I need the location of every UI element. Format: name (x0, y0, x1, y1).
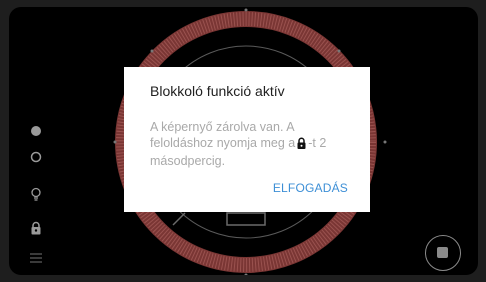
dialog-message: A képernyő zárolva van. A feloldáshoz ny… (150, 119, 349, 169)
dial-marker (244, 8, 248, 12)
menu-icon[interactable] (29, 251, 43, 265)
dial-marker (244, 273, 248, 275)
dialog-title: Blokkoló funkció aktív (150, 83, 285, 99)
stop-icon (437, 247, 448, 258)
dial-marker (150, 49, 154, 53)
lock-dialog: Blokkoló funkció aktív A képernyő zárolv… (124, 67, 370, 212)
mode-icon (226, 212, 266, 226)
hollow-circle-icon[interactable] (29, 150, 43, 164)
dial-marker (383, 140, 387, 144)
accept-button[interactable]: ELFOGADÁS (273, 181, 348, 195)
dialog-message-start: A képernyő zárolva van. A feloldáshoz ny… (150, 120, 296, 150)
stop-button[interactable] (425, 235, 461, 271)
filled-circle-icon[interactable] (29, 124, 43, 138)
dial-marker (113, 140, 117, 144)
lock-icon[interactable] (29, 221, 43, 235)
dial-needle (172, 212, 186, 226)
dial-marker (337, 49, 341, 53)
lightbulb-icon[interactable] (29, 187, 43, 201)
lock-icon (296, 137, 307, 153)
lock-screen: Blokkoló funkció aktív A képernyő zárolv… (0, 0, 486, 282)
